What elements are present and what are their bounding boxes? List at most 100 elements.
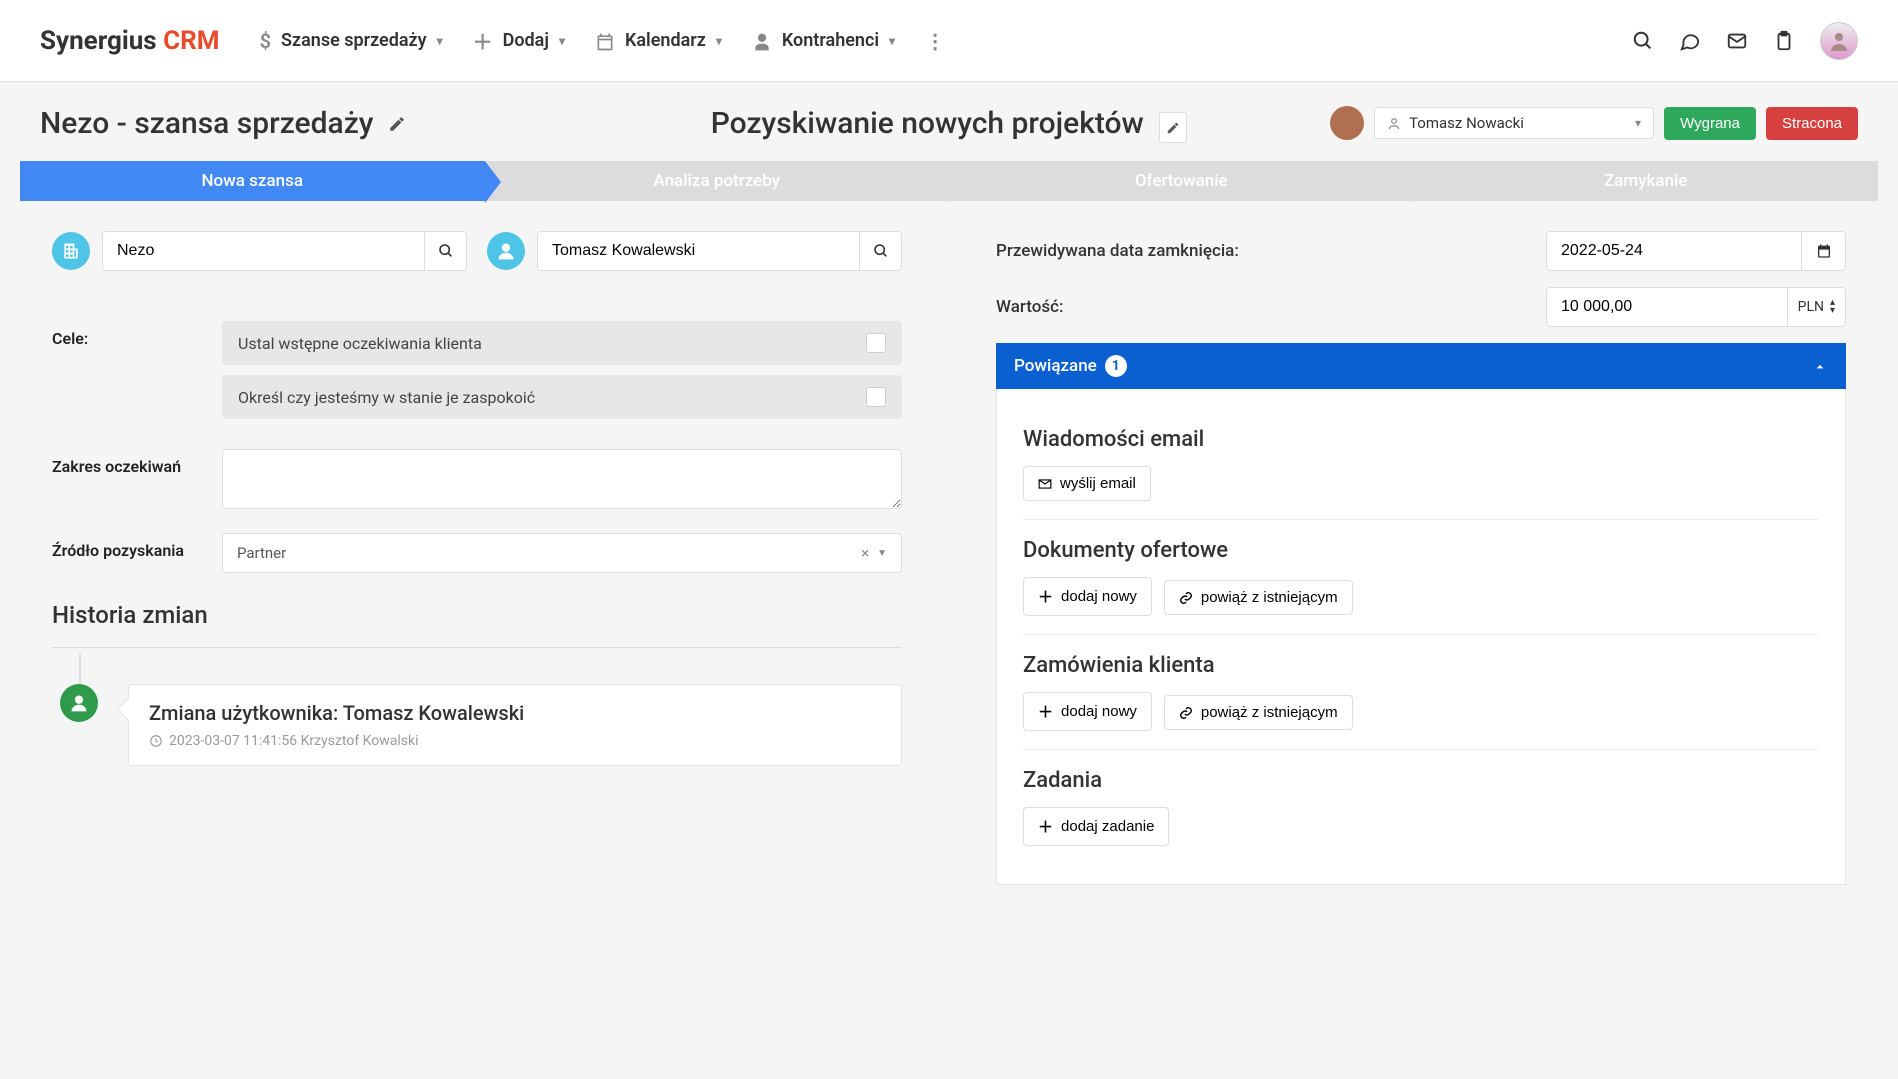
goal-item: Ustal wstępne oczekiwania klienta bbox=[222, 321, 902, 365]
link-icon bbox=[1179, 704, 1193, 721]
stage-closing[interactable]: Zamykanie bbox=[1414, 161, 1879, 201]
email-section-title: Wiadomości email bbox=[1023, 427, 1819, 452]
company-input-wrap bbox=[102, 231, 467, 271]
close-date-label: Przewidywana data zamknięcia: bbox=[996, 241, 1526, 261]
company-lookup bbox=[52, 231, 467, 271]
currency-label: PLN bbox=[1798, 299, 1824, 315]
send-email-button[interactable]: wyślij email bbox=[1023, 466, 1151, 501]
mail-icon[interactable] bbox=[1726, 28, 1748, 53]
currency-select[interactable]: PLN ▴▾ bbox=[1788, 287, 1846, 327]
stage-offering[interactable]: Ofertowanie bbox=[949, 161, 1414, 201]
nav-contractors-label: Kontrahenci bbox=[782, 30, 879, 51]
add-order-button[interactable]: ＋ dodaj nowy bbox=[1023, 692, 1152, 731]
value-input[interactable] bbox=[1546, 287, 1788, 327]
link-order-label: powiąż z istniejącym bbox=[1201, 704, 1338, 721]
goal-item: Określ czy jesteśmy w stanie je zaspokoi… bbox=[222, 375, 902, 419]
nav-sales-label: Szanse sprzedaży bbox=[281, 30, 427, 51]
related-offers-section: Dokumenty ofertowe ＋ dodaj nowy powiąż z… bbox=[1023, 520, 1819, 635]
owner-name: Tomasz Nowacki bbox=[1409, 114, 1524, 132]
plus-icon: ＋ bbox=[1038, 816, 1053, 837]
related-orders-section: Zamówienia klienta ＋ dodaj nowy powiąż z… bbox=[1023, 635, 1819, 750]
value-input-wrap: PLN ▴▾ bbox=[1546, 287, 1846, 327]
plus-icon: ＋ bbox=[1038, 701, 1053, 722]
lost-button[interactable]: Stracona bbox=[1766, 107, 1858, 140]
related-badge: 1 bbox=[1105, 355, 1127, 377]
goal-text: Określ czy jesteśmy w stanie je zaspokoi… bbox=[238, 388, 535, 407]
nav-add[interactable]: ＋ Dodaj ▾ bbox=[473, 26, 565, 55]
logo: Synergius CRM bbox=[40, 26, 220, 56]
link-order-button[interactable]: powiąż z istniejącym bbox=[1164, 695, 1353, 730]
history-card: Zmiana użytkownika: Tomasz Kowalewski 20… bbox=[128, 684, 902, 766]
value-label: Wartość: bbox=[996, 297, 1526, 317]
edit-process-icon[interactable] bbox=[1159, 112, 1187, 143]
process-title: Pozyskiwanie nowych projektów bbox=[711, 106, 1144, 141]
company-search-icon[interactable] bbox=[424, 232, 466, 270]
history-item-meta-text: 2023-03-07 11:41:56 Krzysztof Kowalski bbox=[169, 733, 419, 749]
stage-new[interactable]: Nowa szansa bbox=[20, 161, 485, 201]
goal-checkbox[interactable] bbox=[866, 333, 886, 353]
nav-sales[interactable]: $ Szanse sprzedaży ▾ bbox=[260, 26, 443, 55]
goal-checkbox[interactable] bbox=[866, 387, 886, 407]
history-meta: 2023-03-07 11:41:56 Krzysztof Kowalski bbox=[149, 733, 881, 749]
source-select[interactable]: Partner × ▼ bbox=[222, 533, 902, 573]
person-input[interactable] bbox=[538, 232, 859, 270]
nav-calendar-label: Kalendarz bbox=[625, 30, 706, 51]
source-label: Źródło pozyskania bbox=[52, 533, 222, 573]
nav-add-label: Dodaj bbox=[503, 30, 549, 51]
clipboard-icon[interactable] bbox=[1773, 28, 1795, 53]
search-icon[interactable] bbox=[1632, 28, 1654, 53]
owner-avatar bbox=[1330, 106, 1364, 140]
stage-bar: Nowa szansa Analiza potrzeby Ofertowanie… bbox=[20, 161, 1878, 201]
company-input[interactable] bbox=[103, 232, 424, 270]
calendar-icon[interactable] bbox=[1802, 231, 1846, 271]
clear-icon[interactable]: × bbox=[853, 544, 877, 562]
goals-body: Ustal wstępne oczekiwania klienta Określ… bbox=[222, 321, 902, 429]
brand-name: Synergius bbox=[40, 26, 157, 56]
goal-text: Ustal wstępne oczekiwania klienta bbox=[238, 334, 482, 353]
person-search-icon[interactable] bbox=[859, 232, 901, 270]
related-tasks-section: Zadania ＋ dodaj zadanie bbox=[1023, 750, 1819, 864]
close-date-input-wrap bbox=[1546, 231, 1846, 271]
tasks-section-title: Zadania bbox=[1023, 768, 1819, 793]
related-panel-body: Wiadomości email wyślij email Dokumenty … bbox=[996, 389, 1846, 885]
orders-section-title: Zamówienia klienta bbox=[1023, 653, 1819, 678]
top-icons bbox=[1632, 22, 1858, 60]
person-icon bbox=[487, 232, 525, 270]
nav-more[interactable]: ⋮ bbox=[925, 26, 945, 55]
owner-select[interactable]: Tomasz Nowacki ▾ bbox=[1374, 107, 1654, 139]
right-column: Przewidywana data zamknięcia: Wartość: P… bbox=[964, 221, 1878, 895]
source-value: Partner bbox=[237, 544, 286, 562]
user-avatar[interactable] bbox=[1820, 22, 1858, 60]
history-user-icon bbox=[60, 684, 98, 722]
close-date-input[interactable] bbox=[1546, 231, 1802, 271]
process-title-block: Pozyskiwanie nowych projektów bbox=[653, 106, 1246, 141]
nav-contractors[interactable]: Kontrahenci ▾ bbox=[752, 26, 895, 55]
nav-calendar[interactable]: Kalendarz ▾ bbox=[595, 26, 722, 55]
chevron-down-icon: ▾ bbox=[437, 34, 443, 48]
related-email-section: Wiadomości email wyślij email bbox=[1023, 409, 1819, 520]
calendar-icon bbox=[595, 29, 615, 53]
source-row: Źródło pozyskania Partner × ▼ bbox=[52, 533, 902, 573]
send-email-label: wyślij email bbox=[1060, 475, 1136, 492]
add-offer-button[interactable]: ＋ dodaj nowy bbox=[1023, 577, 1152, 616]
history-item: Zmiana użytkownika: Tomasz Kowalewski 20… bbox=[52, 684, 902, 766]
history-title: Historia zmian bbox=[52, 601, 902, 629]
edit-title-icon[interactable] bbox=[388, 113, 406, 134]
opportunity-title: Nezo - szansa sprzedaży bbox=[40, 106, 374, 141]
chevron-up-icon[interactable] bbox=[1812, 356, 1828, 376]
content: Cele: Ustal wstępne oczekiwania klienta … bbox=[0, 221, 1898, 935]
add-task-button[interactable]: ＋ dodaj zadanie bbox=[1023, 807, 1169, 846]
won-button[interactable]: Wygrana bbox=[1664, 107, 1756, 140]
chat-icon[interactable] bbox=[1679, 28, 1701, 53]
history-item-title: Zmiana użytkownika: Tomasz Kowalewski bbox=[149, 701, 881, 725]
scope-row: Zakres oczekiwań bbox=[52, 449, 902, 513]
person-lookup bbox=[487, 231, 902, 271]
opportunity-title-block: Nezo - szansa sprzedaży bbox=[40, 106, 633, 141]
scope-textarea[interactable] bbox=[222, 449, 902, 509]
link-offer-button[interactable]: powiąż z istniejącym bbox=[1164, 580, 1353, 615]
more-vertical-icon: ⋮ bbox=[925, 29, 945, 53]
topbar: Synergius CRM $ Szanse sprzedaży ▾ ＋ Dod… bbox=[0, 0, 1898, 82]
related-panel-header[interactable]: Powiązane 1 bbox=[996, 343, 1846, 389]
main-nav: $ Szanse sprzedaży ▾ ＋ Dodaj ▾ Kalendarz… bbox=[260, 26, 1632, 55]
stage-analysis[interactable]: Analiza potrzeby bbox=[485, 161, 950, 201]
